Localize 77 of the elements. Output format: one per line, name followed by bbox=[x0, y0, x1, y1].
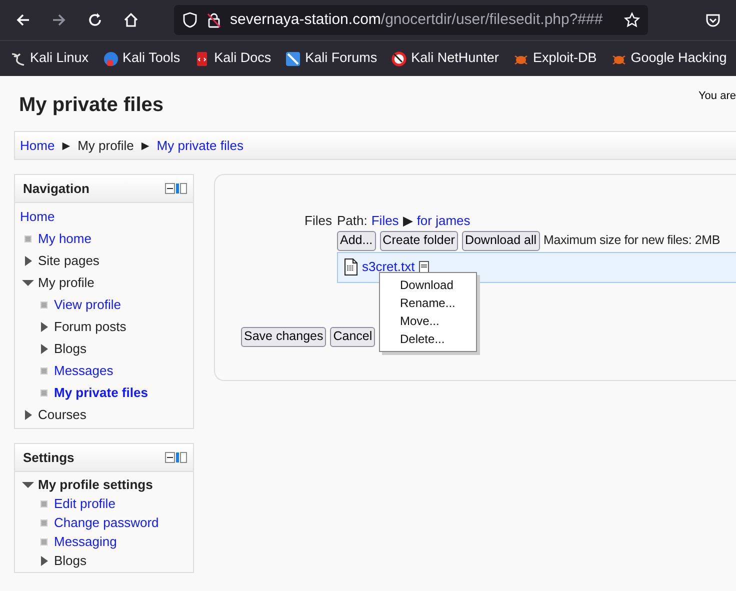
nav-link[interactable]: View profile bbox=[54, 295, 121, 315]
bookmark-item[interactable]: Kali Linux bbox=[8, 48, 91, 69]
path-label: Path: bbox=[337, 212, 368, 230]
toolbar-button[interactable]: Create folder bbox=[380, 230, 458, 250]
triangle-right-icon[interactable] bbox=[23, 255, 33, 267]
url-text: severnaya-station.com/gnocertdir/user/filesedit.php?### bbox=[230, 10, 604, 30]
menu-item[interactable]: Download bbox=[380, 276, 476, 294]
bookmark-item[interactable]: Kali Tools bbox=[100, 48, 182, 69]
bookmark-item[interactable]: Google Hacking bbox=[608, 48, 729, 69]
lock-icon[interactable] bbox=[206, 12, 222, 28]
triangle-right-icon[interactable] bbox=[39, 343, 49, 355]
toolbar-button[interactable]: Add... bbox=[337, 230, 376, 250]
bullet-icon bbox=[40, 518, 48, 526]
bookmark-item[interactable]: Kali NetHunter bbox=[389, 48, 501, 69]
home-icon[interactable] bbox=[123, 12, 139, 28]
block-title: Navigation bbox=[23, 180, 90, 198]
nav-link[interactable]: Messaging bbox=[54, 532, 117, 552]
nav-branch[interactable]: Forum posts bbox=[54, 317, 126, 337]
toolbar-button[interactable]: Download all bbox=[462, 230, 540, 250]
pocket-icon[interactable] bbox=[705, 12, 721, 28]
bookmark-item[interactable]: Exploit-DB bbox=[510, 48, 599, 69]
bookmark-item[interactable]: Kali Docs bbox=[192, 48, 274, 69]
page-title: My private files bbox=[19, 93, 164, 118]
nav-link[interactable]: Change password bbox=[54, 512, 159, 532]
nav-branch[interactable]: Blogs bbox=[54, 339, 87, 359]
menu-item[interactable]: Rename... bbox=[380, 294, 476, 312]
max-size-text: Maximum size for new files: 2MB bbox=[544, 232, 720, 250]
triangle-right-icon[interactable] bbox=[39, 321, 49, 333]
bullet-icon bbox=[40, 301, 48, 309]
nav-branch[interactable]: Site pages bbox=[38, 251, 100, 271]
triangle-down-icon[interactable] bbox=[22, 480, 34, 490]
triangle-right-icon[interactable] bbox=[39, 554, 49, 566]
triangle-right-icon[interactable] bbox=[23, 409, 33, 421]
triangle-down-icon[interactable] bbox=[22, 278, 34, 288]
breadcrumb-separator: ► bbox=[138, 136, 152, 155]
nav-link[interactable]: My home bbox=[38, 229, 92, 249]
nav-link[interactable]: My private files bbox=[54, 383, 148, 403]
reload-icon[interactable] bbox=[87, 12, 103, 28]
nav-heading[interactable]: My profile settings bbox=[38, 474, 153, 494]
path-separator: ▶ bbox=[402, 212, 413, 230]
bullet-icon bbox=[24, 235, 32, 243]
nav-link[interactable]: Edit profile bbox=[54, 494, 116, 514]
back-icon[interactable] bbox=[15, 12, 31, 28]
bullet-icon bbox=[40, 389, 48, 397]
shield-icon[interactable] bbox=[182, 12, 198, 28]
squiggle-icon bbox=[10, 50, 26, 66]
bullet-icon bbox=[40, 538, 48, 546]
globe-icon bbox=[102, 50, 119, 66]
bookmark-item[interactable]: Kali Forums bbox=[283, 48, 380, 69]
breadcrumb-link[interactable]: My private files bbox=[156, 136, 244, 156]
bullet-icon bbox=[40, 367, 48, 375]
forward-icon[interactable] bbox=[51, 12, 67, 28]
nav-branch[interactable]: Courses bbox=[38, 405, 86, 425]
login-info: You are bbox=[698, 89, 736, 104]
address-bar[interactable]: severnaya-station.com/gnocertdir/user/filesedit.php?### bbox=[174, 5, 648, 35]
nav-branch[interactable]: My profile bbox=[38, 273, 94, 293]
path-link[interactable]: Files bbox=[371, 211, 399, 230]
breadcrumb-separator: ► bbox=[60, 136, 73, 155]
bullet-icon bbox=[40, 500, 48, 508]
field-label: Files bbox=[304, 212, 333, 230]
nav-branch[interactable]: Blogs bbox=[54, 550, 87, 570]
breadcrumb-text: My profile bbox=[78, 136, 134, 155]
nav-link[interactable]: Messages bbox=[54, 361, 114, 381]
menu-item[interactable]: Delete... bbox=[380, 330, 476, 348]
star-icon[interactable] bbox=[624, 12, 640, 28]
nav-link[interactable]: Home bbox=[20, 207, 55, 227]
menu-icon[interactable] bbox=[418, 261, 429, 273]
breadcrumb-link[interactable]: Home bbox=[20, 136, 55, 156]
block-controls-icon[interactable] bbox=[165, 182, 187, 194]
file-icon bbox=[344, 258, 358, 276]
block-controls-icon[interactable] bbox=[165, 452, 187, 464]
menu-item[interactable]: Move... bbox=[380, 312, 476, 330]
form-button[interactable]: Save changes bbox=[241, 326, 326, 346]
form-button[interactable]: Cancel bbox=[330, 326, 376, 346]
block-title: Settings bbox=[23, 448, 74, 467]
path-link[interactable]: for james bbox=[416, 211, 470, 230]
tile-icon bbox=[285, 50, 302, 66]
